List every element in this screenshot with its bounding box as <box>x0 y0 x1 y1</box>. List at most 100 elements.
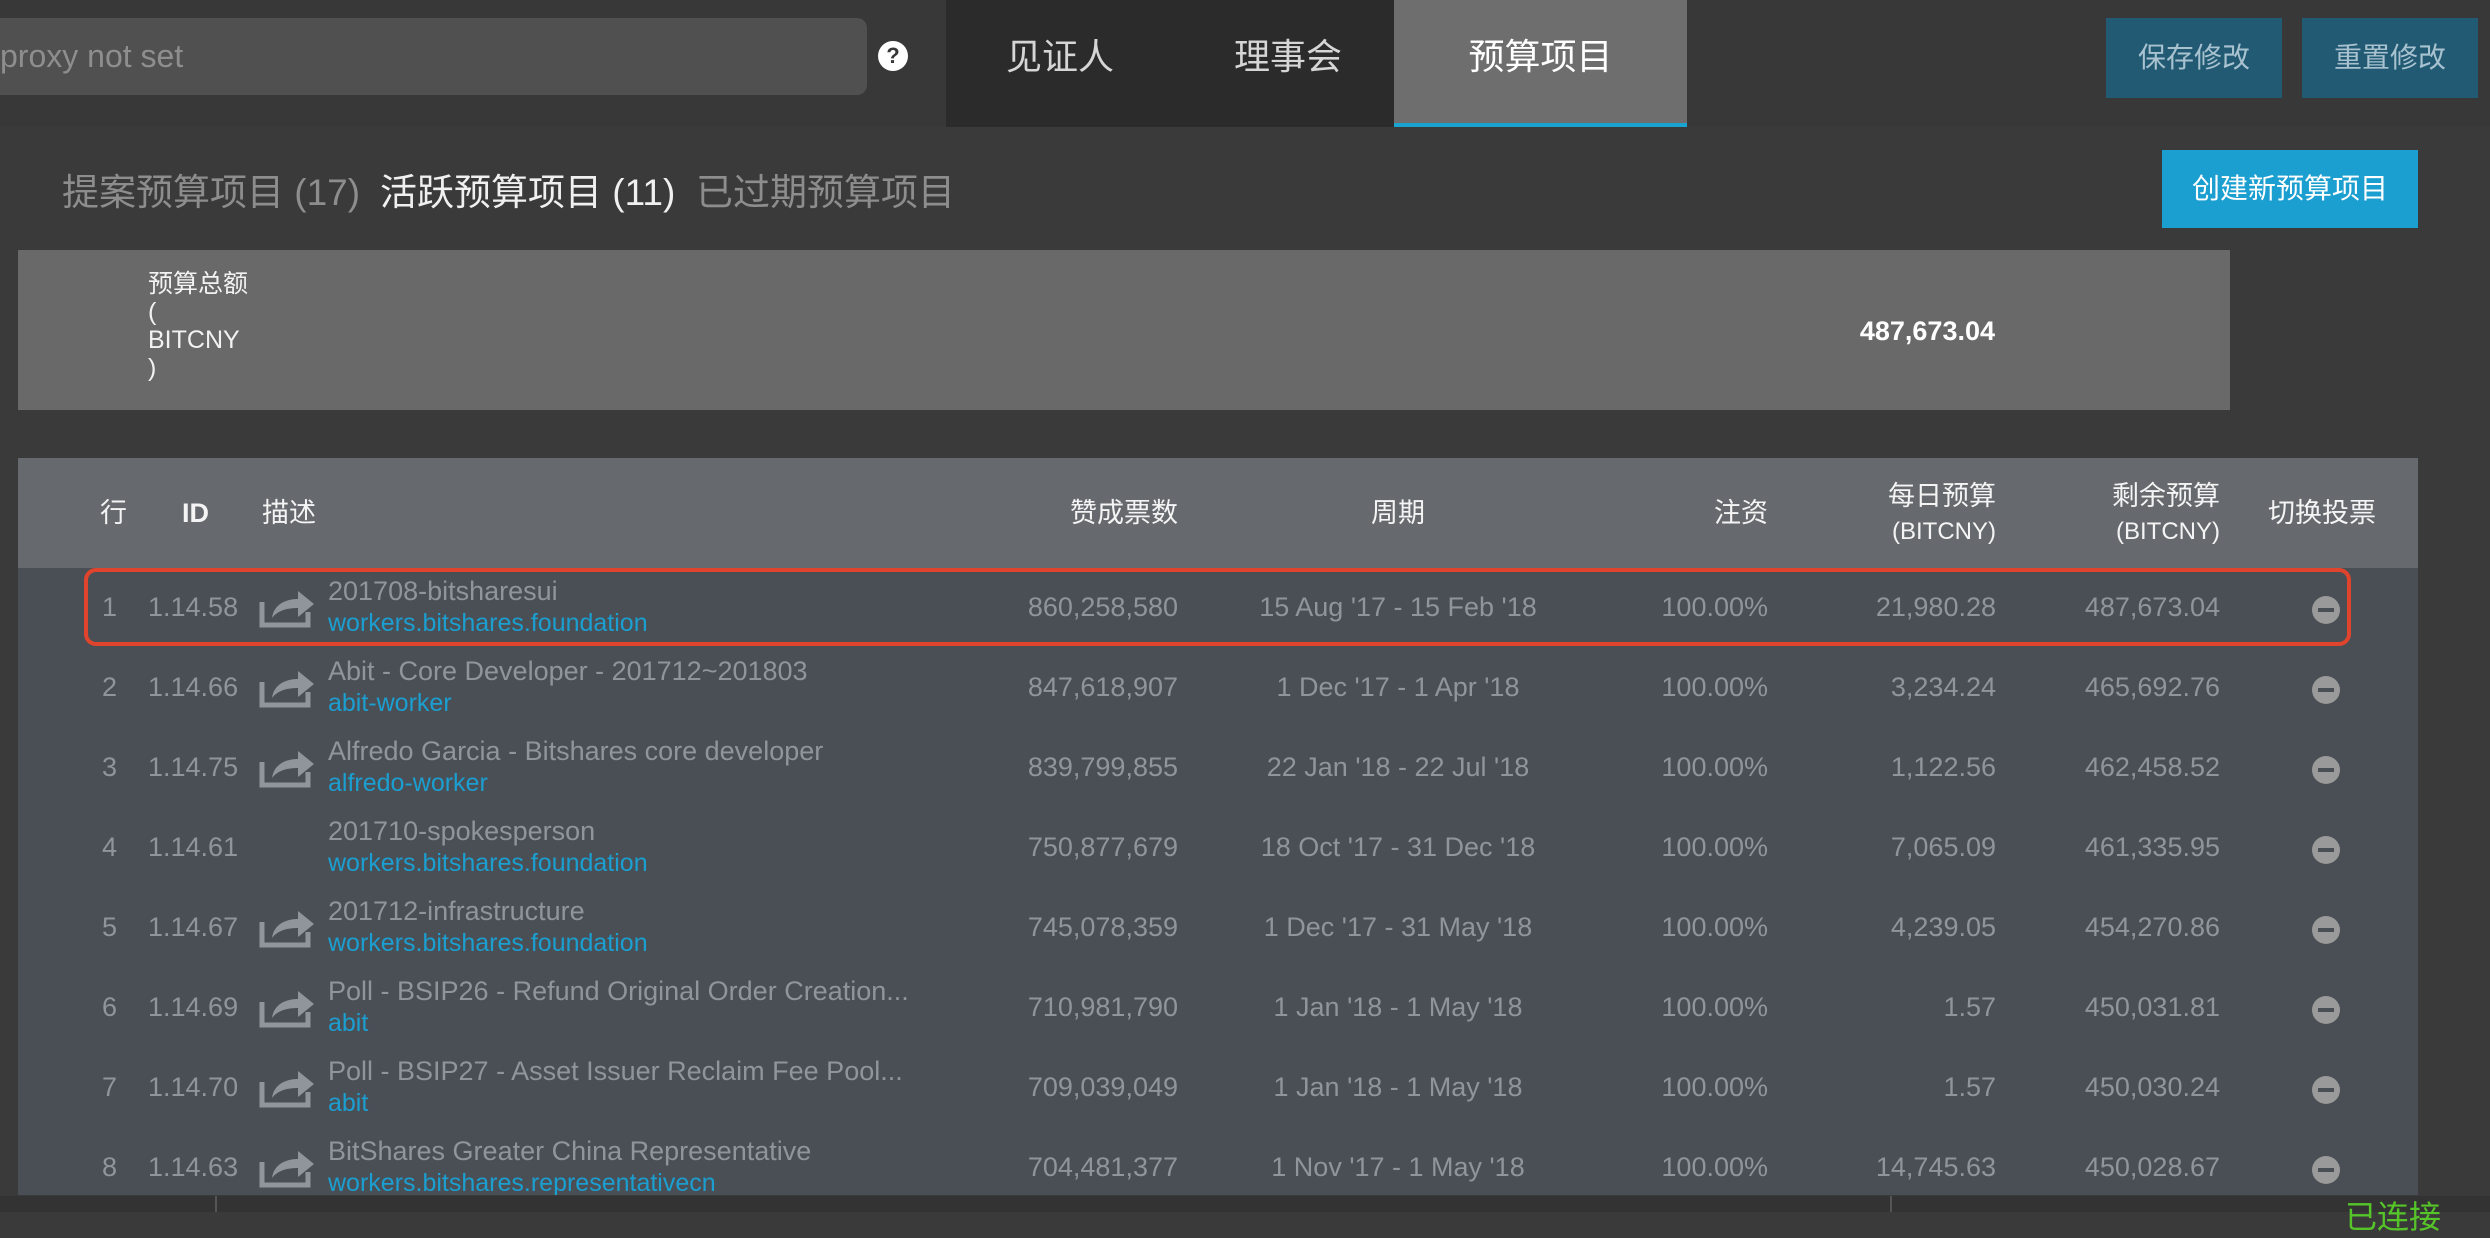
worker-period: 1 Dec '17 - 1 Apr '18 <box>1276 672 1520 702</box>
worker-funding: 100.00% <box>1661 912 1768 942</box>
col-header-pay[interactable]: 注资 <box>1714 495 1768 531</box>
worker-title: BitShares Greater China Representative <box>328 1136 812 1166</box>
worker-funding: 100.00% <box>1661 672 1768 702</box>
worker-period: 22 Jan '18 - 22 Jul '18 <box>1266 752 1530 782</box>
workers-table: 行 ID 描述 赞成票数 周期 注资 每日预算 (BITCNY) 剩余预算 (B… <box>18 458 2418 1195</box>
worker-account-link[interactable]: abit-worker <box>328 689 452 718</box>
worker-account-link[interactable]: workers.bitshares.foundation <box>328 849 648 878</box>
remove-vote-icon[interactable] <box>2312 836 2340 864</box>
worker-funding: 100.00% <box>1661 1152 1768 1182</box>
save-changes-button[interactable]: 保存修改 <box>2106 18 2282 98</box>
tab-witnesses[interactable]: 见证人 <box>946 0 1174 127</box>
col-header-toggle[interactable]: 切换投票 <box>2268 495 2376 531</box>
row-number: 6 <box>102 992 118 1022</box>
remove-vote-icon[interactable] <box>2312 596 2340 624</box>
worker-votes: 709,039,049 <box>1027 1072 1178 1102</box>
worker-remaining-budget: 450,028.67 <box>2084 1152 2220 1182</box>
share-icon[interactable] <box>258 988 316 1028</box>
col-header-remain-label: 剩余预算 <box>2112 481 2220 511</box>
remove-vote-icon[interactable] <box>2312 916 2340 944</box>
col-header-daily[interactable]: 每日预算 (BITCNY) <box>1888 478 1996 550</box>
remove-vote-icon[interactable] <box>2312 1076 2340 1104</box>
tab-active-workers[interactable]: 活跃预算项目 (11) <box>380 162 675 216</box>
worker-account-link[interactable]: abit <box>328 1089 368 1118</box>
row-number: 5 <box>102 912 118 942</box>
worker-period: 18 Oct '17 - 31 Dec '18 <box>1260 832 1536 862</box>
worker-remaining-budget: 462,458.52 <box>2084 752 2220 782</box>
worker-period: 1 Jan '18 - 1 May '18 <box>1273 992 1523 1022</box>
col-header-desc[interactable]: 描述 <box>262 495 316 531</box>
tab-committee[interactable]: 理事会 <box>1174 0 1402 127</box>
help-icon[interactable]: ? <box>878 41 908 71</box>
worker-id: 1.14.58 <box>148 592 239 622</box>
worker-id: 1.14.61 <box>148 832 239 862</box>
worker-account-link[interactable]: alfredo-worker <box>328 769 488 798</box>
share-icon[interactable] <box>258 1068 316 1108</box>
tab-workers[interactable]: 预算项目 <box>1394 0 1687 127</box>
row-number: 2 <box>102 672 118 702</box>
col-header-votes[interactable]: 赞成票数 <box>1070 495 1178 531</box>
row-number: 8 <box>102 1152 118 1182</box>
table-row[interactable]: 2 1.14.66 Abit - Core Developer - 201712… <box>18 650 2418 730</box>
worker-account-link[interactable]: workers.bitshares.foundation <box>328 929 648 958</box>
table-row[interactable]: 7 1.14.70 Poll - BSIP27 - Asset Issuer R… <box>18 1050 2418 1130</box>
share-icon[interactable] <box>258 668 316 708</box>
worker-period: 1 Jan '18 - 1 May '18 <box>1273 1072 1523 1102</box>
create-worker-button[interactable]: 创建新预算项目 <box>2162 150 2418 228</box>
table-row[interactable]: 6 1.14.69 Poll - BSIP26 - Refund Origina… <box>18 970 2418 1050</box>
worker-title: 201712-infrastructure <box>328 896 585 926</box>
col-header-period[interactable]: 周期 <box>1173 495 1623 531</box>
tab-expired-workers[interactable]: 已过期预算项目 <box>696 162 955 216</box>
worker-funding: 100.00% <box>1661 592 1768 622</box>
worker-daily-budget: 14,745.63 <box>1875 1152 1996 1182</box>
worker-funding: 100.00% <box>1661 1072 1768 1102</box>
worker-id: 1.14.66 <box>148 672 239 702</box>
remove-vote-icon[interactable] <box>2312 756 2340 784</box>
table-row[interactable]: 1 1.14.58 201708-bitsharesui workers.bit… <box>18 568 2418 650</box>
worker-remaining-budget: 461,335.95 <box>2084 832 2220 862</box>
worker-id: 1.14.63 <box>148 1152 239 1182</box>
footer-divider <box>1890 1196 1892 1212</box>
worker-remaining-budget: 450,031.81 <box>2084 992 2220 1022</box>
worker-votes: 847,618,907 <box>1027 672 1178 702</box>
share-icon[interactable] <box>258 1148 316 1188</box>
worker-account-link[interactable]: workers.bitshares.representativecn <box>328 1169 716 1195</box>
worker-remaining-budget: 487,673.04 <box>2084 592 2220 622</box>
remove-vote-icon[interactable] <box>2312 676 2340 704</box>
worker-remaining-budget: 465,692.76 <box>2084 672 2220 702</box>
remove-vote-icon[interactable] <box>2312 996 2340 1024</box>
row-number: 1 <box>102 592 118 622</box>
col-header-remain-unit: (BITCNY) <box>2116 518 2220 545</box>
main-tabs: 见证人 理事会 预算项目 <box>946 0 1687 127</box>
proxy-input[interactable]: proxy not set <box>0 18 867 95</box>
table-row[interactable]: 5 1.14.67 201712-infrastructure workers.… <box>18 890 2418 970</box>
table-row[interactable]: 4 1.14.61 201710-spokesperson workers.bi… <box>18 810 2418 890</box>
share-icon[interactable] <box>258 908 316 948</box>
share-icon[interactable] <box>258 748 316 788</box>
worker-daily-budget: 21,980.28 <box>1875 592 1996 622</box>
col-header-row[interactable]: 行 <box>100 495 127 531</box>
table-row[interactable]: 3 1.14.75 Alfredo Garcia - Bitshares cor… <box>18 730 2418 810</box>
worker-period: 15 Aug '17 - 15 Feb '18 <box>1259 592 1537 622</box>
remove-vote-icon[interactable] <box>2312 1156 2340 1184</box>
budget-total-value: 487,673.04 <box>1859 316 1995 346</box>
worker-account-link[interactable]: workers.bitshares.foundation <box>328 609 648 638</box>
share-icon[interactable] <box>258 588 316 628</box>
footer-divider <box>215 1196 217 1212</box>
worker-account-link[interactable]: abit <box>328 1009 368 1038</box>
budget-total-panel: 预算总额 ( BITCNY ) 487,673.04 <box>18 250 2230 410</box>
table-row[interactable]: 8 1.14.63 BitShares Greater China Repres… <box>18 1130 2418 1195</box>
tab-proposed-workers[interactable]: 提案预算项目 (17) <box>62 162 360 216</box>
top-bar: proxy not set ? 见证人 理事会 预算项目 保存修改 重置修改 <box>0 0 2490 127</box>
col-header-id[interactable]: ID <box>182 495 209 531</box>
worker-title: 201708-bitsharesui <box>328 576 558 606</box>
col-header-remain[interactable]: 剩余预算 (BITCNY) <box>2112 478 2220 550</box>
worker-period: 1 Dec '17 - 31 May '18 <box>1263 912 1533 942</box>
worker-daily-budget: 1.57 <box>1943 1072 1996 1102</box>
worker-votes: 745,078,359 <box>1027 912 1178 942</box>
worker-daily-budget: 1,122.56 <box>1890 752 1996 782</box>
worker-daily-budget: 7,065.09 <box>1890 832 1996 862</box>
reset-changes-button[interactable]: 重置修改 <box>2302 18 2478 98</box>
worker-daily-budget: 1.57 <box>1943 992 1996 1022</box>
worker-id: 1.14.69 <box>148 992 239 1022</box>
